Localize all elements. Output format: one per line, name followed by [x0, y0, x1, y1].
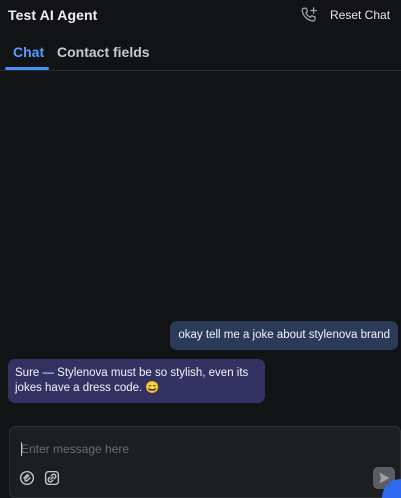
tab-bar: Chat Contact fields	[0, 36, 401, 71]
header: Test AI Agent Reset Chat	[0, 0, 401, 32]
message-input[interactable]	[21, 439, 381, 459]
user-message: okay tell me a joke about stylenova bran…	[170, 321, 398, 350]
attachment-icon[interactable]	[18, 469, 36, 487]
message-composer	[9, 426, 401, 498]
reset-chat-button[interactable]: Reset Chat	[330, 8, 390, 22]
active-tab-indicator	[5, 67, 49, 70]
tab-chat[interactable]: Chat	[13, 44, 44, 60]
chat-app: Test AI Agent Reset Chat Chat Contact fi…	[0, 0, 401, 498]
link-icon[interactable]	[43, 469, 61, 487]
phone-plus-icon[interactable]	[298, 5, 320, 27]
assistant-message: Sure — Stylenova must be so stylish, eve…	[8, 359, 265, 403]
text-caret	[21, 442, 22, 456]
tab-contact-fields[interactable]: Contact fields	[57, 44, 150, 60]
page-title: Test AI Agent	[8, 7, 98, 23]
